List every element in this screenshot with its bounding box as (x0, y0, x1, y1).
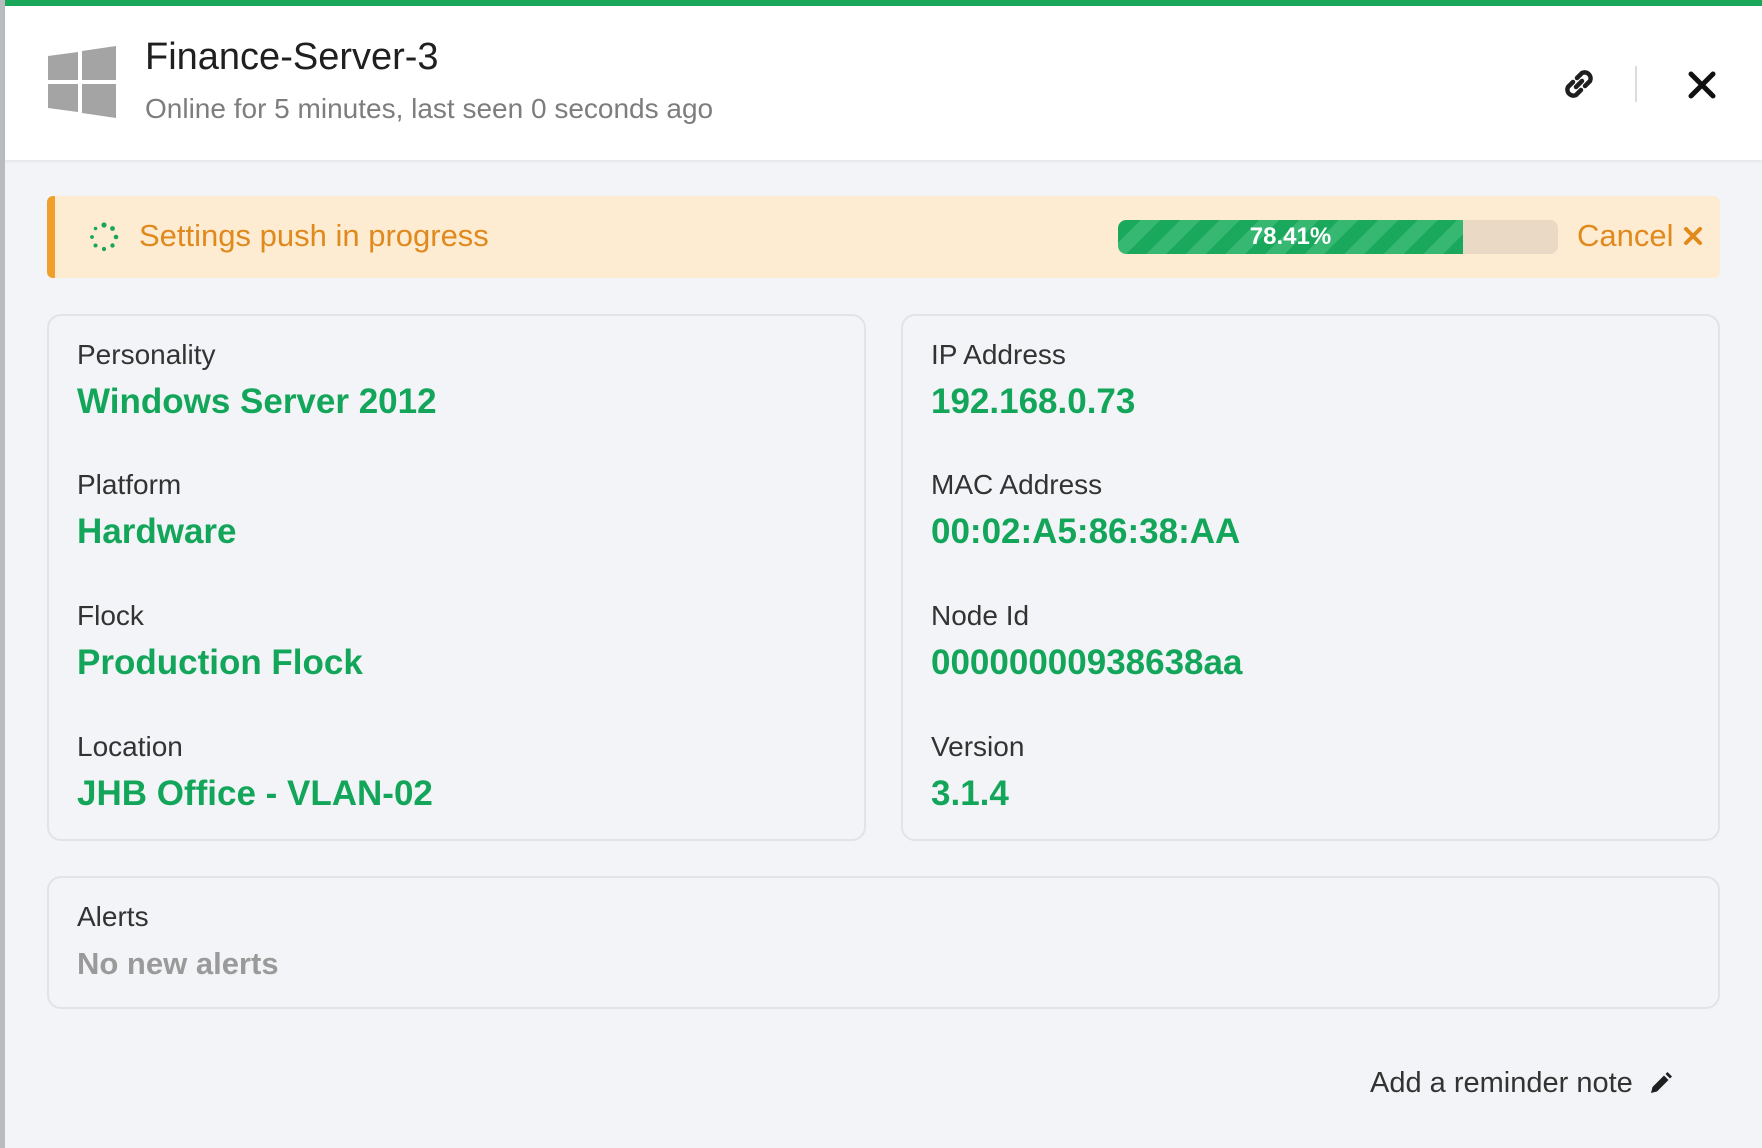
platform-field: Platform Hardware (77, 466, 237, 554)
mac-address-value: 00:02:A5:86:38:AA (931, 512, 1241, 551)
platform-value: Hardware (77, 512, 237, 551)
push-progress-text: 78.41% (1249, 223, 1332, 250)
add-reminder-note-button[interactable]: Add a reminder note (1370, 1067, 1673, 1100)
field-label: IP Address (931, 339, 1066, 370)
alerts-field: Alerts No new alerts (77, 898, 279, 986)
node-id-value: 00000000938638aa (931, 643, 1243, 682)
field-label: Node Id (931, 600, 1030, 631)
location-value: JHB Office - VLAN-02 (77, 774, 433, 813)
personality-value: Windows Server 2012 (77, 382, 437, 421)
cancel-push-button[interactable]: Cancel (1577, 216, 1704, 256)
field-label: Personality (77, 339, 216, 370)
node-info-card-right: IP Address 192.168.0.73 MAC Address 00:0… (901, 314, 1720, 841)
node-info-card-left: Personality Windows Server 2012 Platform… (47, 314, 866, 841)
flock-value: Production Flock (77, 643, 363, 682)
settings-push-banner: Settings push in progress 78.41% Cancel (47, 196, 1720, 278)
windows-logo-icon (48, 46, 116, 118)
alerts-label: Alerts (77, 901, 149, 932)
close-x-icon (1683, 227, 1702, 245)
personality-field: Personality Windows Server 2012 (77, 336, 437, 424)
pencil-icon (1650, 1071, 1672, 1093)
field-label: Location (77, 731, 183, 762)
field-label: MAC Address (931, 469, 1103, 500)
push-status-label: Settings push in progress (139, 218, 489, 253)
flock-field: Flock Production Flock (77, 597, 363, 685)
field-label: Flock (77, 600, 144, 631)
modal-header: Finance-Server-3 Online for 5 minutes, l… (5, 6, 1762, 160)
reminder-label: Add a reminder note (1370, 1067, 1633, 1099)
ip-address-field: IP Address 192.168.0.73 (931, 336, 1135, 424)
alerts-card: Alerts No new alerts (47, 876, 1720, 1009)
header-divider (1635, 66, 1637, 102)
cancel-label: Cancel (1577, 218, 1674, 253)
link-icon[interactable] (1557, 62, 1601, 106)
field-label: Version (931, 731, 1025, 762)
node-status-subtitle: Online for 5 minutes, last seen 0 second… (145, 93, 714, 124)
node-title: Finance-Server-3 (145, 36, 439, 78)
location-field: Location JHB Office - VLAN-02 (77, 728, 433, 816)
mac-address-field: MAC Address 00:02:A5:86:38:AA (931, 466, 1240, 554)
alerts-value: No new alerts (77, 946, 279, 981)
close-icon[interactable] (1685, 68, 1719, 102)
node-id-field: Node Id 00000000938638aa (931, 597, 1242, 685)
ip-address-value: 192.168.0.73 (931, 382, 1136, 421)
spinner-icon (90, 222, 119, 252)
version-value: 3.1.4 (931, 774, 1009, 813)
field-label: Platform (77, 469, 182, 500)
node-details-modal: Finance-Server-3 Online for 5 minutes, l… (5, 0, 1762, 1148)
version-field: Version 3.1.4 (931, 728, 1024, 816)
push-progress-bar: 78.41% (1118, 220, 1558, 254)
